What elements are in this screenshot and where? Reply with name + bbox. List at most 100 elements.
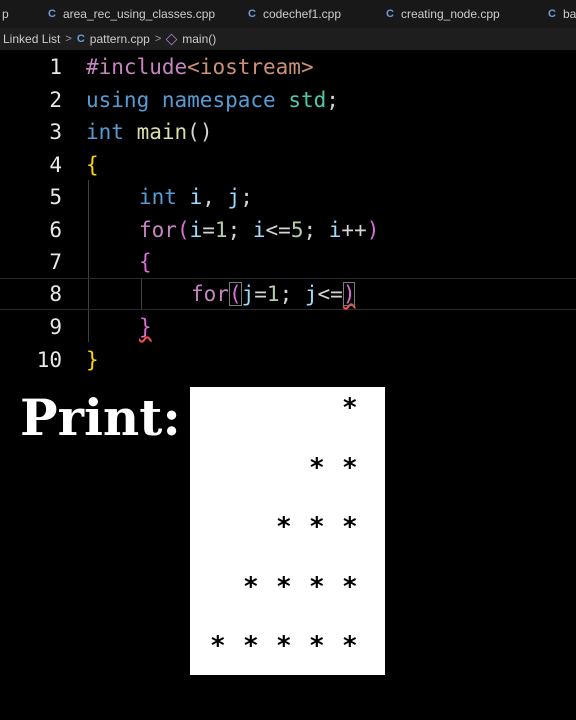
code-line-1[interactable]: 1 #include<iostream> (0, 51, 576, 83)
pattern-star: * (310, 452, 324, 483)
pattern-star: * (277, 571, 291, 602)
cpp-file-icon: C (48, 8, 56, 20)
code-token: { (139, 250, 152, 274)
pattern-star: * (310, 631, 324, 661)
code-token: ; (303, 218, 329, 242)
code-line-5[interactable]: 5 int i, j; (0, 181, 576, 213)
code-token: namespace (161, 88, 276, 112)
pattern-star: * (310, 571, 324, 602)
code-token: } (86, 348, 99, 372)
code-token: { (86, 153, 99, 177)
code-token: <= (265, 218, 291, 242)
editor-tab-bar: p C area_rec_using_classes.cpp C codeche… (0, 0, 576, 28)
code-token: 1 (266, 282, 280, 306)
line-number: 6 (49, 218, 62, 242)
code-token: ; (279, 282, 305, 306)
pattern-star: * (343, 512, 357, 542)
code-token: 5 (290, 218, 304, 242)
breadcrumb-folder[interactable]: Linked List (3, 32, 60, 46)
code-token: j (304, 282, 318, 306)
code-token: j (227, 185, 241, 209)
pattern-star: * (343, 452, 357, 483)
code-line-9[interactable]: 9 } (0, 311, 576, 343)
code-token: using (86, 88, 150, 112)
code-token: int (139, 185, 177, 209)
code-line-6[interactable]: 6 for(i=1; i<=5; i++) (0, 214, 576, 246)
chevron-right-icon: > (154, 33, 162, 45)
code-token: () (187, 120, 213, 144)
code-line-7[interactable]: 7 { (0, 246, 576, 278)
tab-label: area_rec_using_classes.cpp (62, 7, 216, 21)
code-line-8-current[interactable]: 8 for(j=1; j<=) (0, 278, 576, 310)
line-number: 2 (49, 88, 62, 112)
cpp-file-icon: C (76, 33, 85, 45)
pattern-star: * (277, 512, 291, 542)
pattern-star: * (343, 571, 357, 602)
tab-label: creating_node.cpp (400, 7, 500, 21)
pattern-star: * (211, 631, 225, 661)
code-line-10[interactable]: 10 } (0, 344, 576, 376)
code-token: ; (240, 185, 253, 209)
code-token-matched-bracket: ) (342, 282, 356, 306)
code-token: 1 (214, 218, 228, 242)
cpp-file-icon: C (548, 8, 556, 20)
pattern-star: * (244, 571, 258, 602)
line-number: 10 (36, 348, 62, 372)
method-symbol-icon (165, 33, 178, 45)
pattern-star: * (310, 512, 324, 542)
code-token: main (136, 120, 188, 144)
code-token: ; (326, 88, 339, 112)
cpp-file-icon: C (386, 8, 394, 20)
code-token: = (254, 282, 267, 306)
pattern-star: * (277, 631, 291, 661)
code-token: i (328, 218, 342, 242)
tab-label: codechef1.cpp (262, 7, 342, 21)
code-token: ( (176, 218, 190, 242)
code-line-4[interactable]: 4 { (0, 149, 576, 181)
line-number: 9 (49, 315, 62, 339)
line-number: 5 (49, 185, 62, 209)
tab-area-rec-using-classes[interactable]: C area_rec_using_classes.cpp (48, 0, 215, 28)
star-pattern-box: * * * * * * * * * * * * * * * (190, 387, 385, 675)
code-token: ++ (341, 218, 367, 242)
code-token: i (189, 218, 203, 242)
breadcrumb: Linked List > C pattern.cpp > main() (0, 28, 576, 50)
pattern-star: * (343, 393, 357, 423)
code-line-2[interactable]: 2 using namespace std; (0, 84, 576, 116)
breadcrumb-symbol[interactable]: main() (182, 32, 216, 46)
code-token: i (252, 218, 266, 242)
line-number: 8 (49, 282, 62, 306)
tab-codechef1[interactable]: C codechef1.cpp (248, 0, 341, 28)
code-token: j (241, 282, 255, 306)
cpp-file-icon: C (248, 8, 256, 20)
tab-creating-node[interactable]: C creating_node.cpp (386, 0, 500, 28)
print-label: Print: (20, 388, 181, 447)
line-number: 4 (49, 153, 62, 177)
line-number: 7 (49, 250, 62, 274)
code-token: for (191, 282, 229, 306)
tab-partial-left[interactable]: p (2, 0, 9, 28)
line-number: 1 (49, 55, 62, 79)
code-token: #include (86, 55, 188, 79)
code-token: <iostream> (187, 55, 314, 79)
code-token: ; (227, 218, 253, 242)
code-token-matched-bracket: ( (228, 282, 242, 306)
pattern-star: * (343, 631, 357, 661)
code-token: i (189, 185, 203, 209)
code-token: ) (366, 218, 380, 242)
code-token: for (139, 218, 177, 242)
tab-label: p (2, 7, 9, 21)
tab-partial-right[interactable]: C ba (548, 0, 576, 28)
line-number: 3 (49, 120, 62, 144)
code-token: std (288, 88, 327, 112)
pattern-star: * (244, 631, 258, 661)
breadcrumb-file[interactable]: pattern.cpp (90, 32, 150, 46)
code-line-3[interactable]: 3 int main() (0, 116, 576, 148)
code-token: = (202, 218, 215, 242)
code-token: } (139, 315, 152, 339)
code-token: , (202, 185, 228, 209)
code-editor[interactable]: 1 #include<iostream> 2 using namespace s… (0, 50, 576, 380)
tab-label: ba (562, 7, 576, 21)
chevron-right-icon: > (65, 33, 72, 45)
code-token: <= (317, 282, 343, 306)
